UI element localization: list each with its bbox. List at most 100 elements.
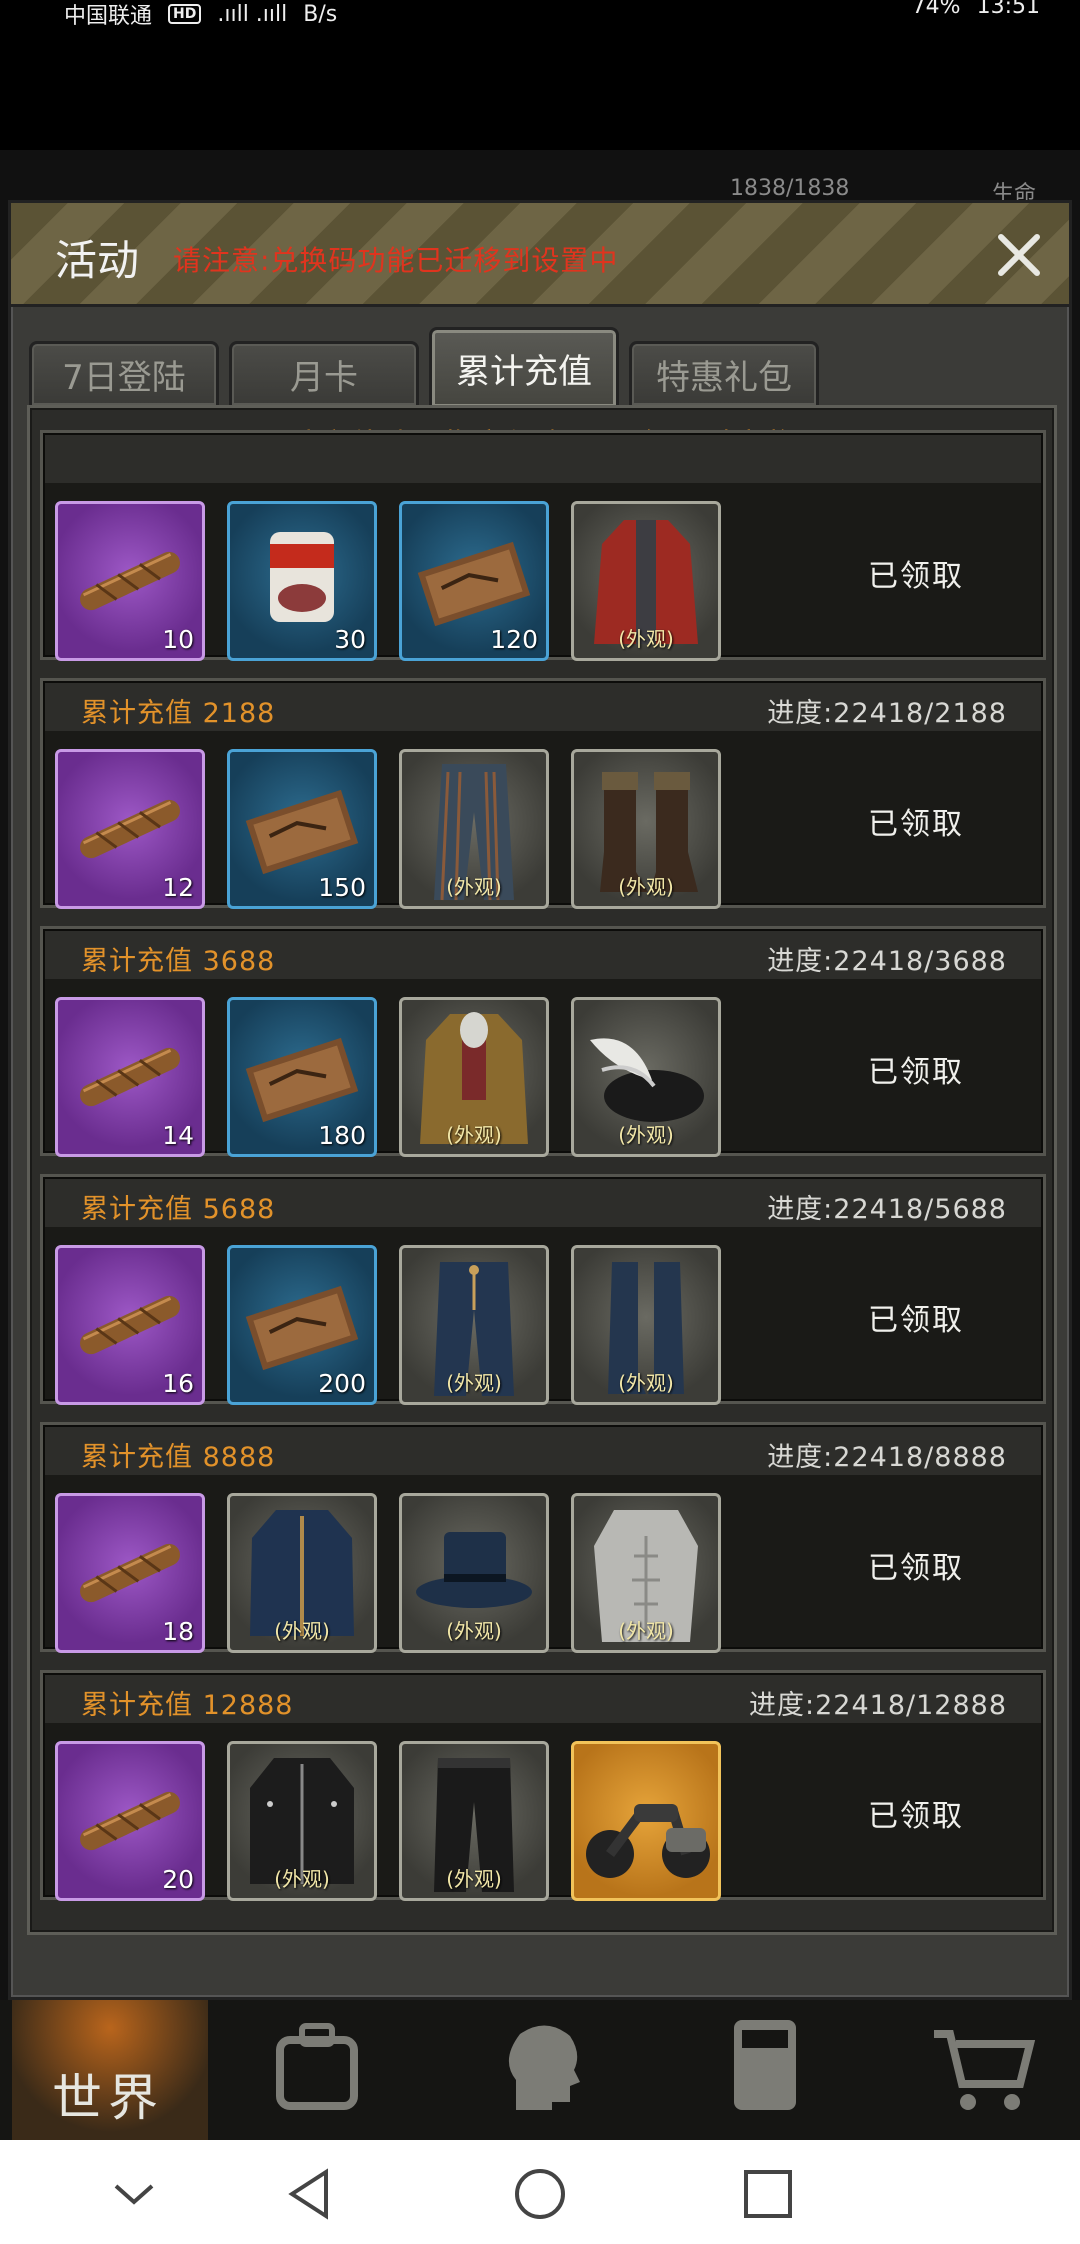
reward-tier-title: 累计充值 5688: [81, 1194, 276, 1225]
back-icon[interactable]: [282, 2166, 338, 2222]
claimed-status[interactable]: 已领取: [868, 1047, 964, 1091]
android-nav-bar: [0, 2140, 1080, 2244]
reward-row: 累计充值 5688 进度:22418/5688 16 200 (外观) (外观) 已领取: [40, 1174, 1046, 1405]
close-button[interactable]: [989, 225, 1049, 285]
reward-items: 18 (外观) (外观) (外观): [55, 1493, 721, 1653]
network-speed: B/s: [303, 1, 338, 27]
recents-icon[interactable]: [740, 2166, 796, 2222]
reward-row: 累计充值 8888 进度:22418/8888 18 (外观) (外观) (外观) 已领取: [40, 1422, 1046, 1653]
close-icon: [998, 234, 1040, 276]
clock: 13:51: [976, 0, 1040, 19]
signal-icon: .ııll .ııll: [217, 1, 288, 27]
reward-row-header: 累计充值 2188 进度:22418/2188: [45, 683, 1041, 731]
world-label: 世界: [52, 2069, 164, 2127]
reward-progress: 进度:22418/5688: [767, 1194, 1007, 1225]
reward-item-cigar[interactable]: 18: [55, 1493, 205, 1653]
tab-special-packs[interactable]: 特惠礼包: [629, 341, 819, 405]
item-appearance-tag: (外观): [446, 1123, 502, 1147]
tab-month-card[interactable]: 月卡: [229, 341, 419, 405]
reward-row-header: 累计充值 8888 进度:22418/8888: [45, 1427, 1041, 1475]
reward-row-header: 累计充值 12888 进度:22418/12888: [45, 1675, 1041, 1723]
reward-item-blue-pants[interactable]: (外观): [399, 1245, 549, 1405]
reward-item-tattoo-body[interactable]: (外观): [571, 1493, 721, 1653]
item-appearance-tag: (外观): [446, 1619, 502, 1643]
reward-item-tall-boots[interactable]: (外观): [571, 1245, 721, 1405]
item-count: 180: [318, 1121, 366, 1150]
tab-bar: 7日登陆 月卡 累计充值 特惠礼包: [29, 327, 819, 407]
reward-item-canned-meat[interactable]: 30: [227, 501, 377, 661]
item-appearance-tag: (外观): [618, 627, 674, 651]
backpack-icon[interactable]: [262, 2010, 372, 2120]
head-icon[interactable]: [486, 2010, 596, 2120]
reward-item-leather-pants[interactable]: (外观): [399, 1741, 549, 1901]
reward-item-feather-hat[interactable]: (外观): [571, 997, 721, 1157]
status-bar: 中国联通 HD .ııll .ııll B/s 74% 13:51: [0, 0, 1080, 40]
reward-items: 16 200 (外观) (外观): [55, 1245, 721, 1405]
hp-readout: 1838/1838: [730, 176, 850, 201]
claimed-status[interactable]: 已领取: [868, 799, 964, 843]
reward-items: 20 (外观) (外观): [55, 1741, 721, 1901]
item-appearance-tag: (外观): [618, 875, 674, 899]
recharge-panel[interactable]: 累计充值达到指定额度,即可领取对应奖励 1030120(外观)已领取累计充值 2…: [27, 405, 1057, 1935]
claimed-status[interactable]: 已领取: [868, 1295, 964, 1339]
hd-badge: HD: [168, 4, 202, 24]
reward-row: 累计充值 3688 进度:22418/3688 14 180 (外观) (外观) 已领取: [40, 926, 1046, 1157]
reward-item-materials-box[interactable]: 120: [399, 501, 549, 661]
reward-item-materials-box[interactable]: 150: [227, 749, 377, 909]
reward-row: 10 30 120 (外观) 已领取: [40, 430, 1046, 661]
item-count: 30: [334, 625, 366, 654]
reward-progress: 进度:22418/2188: [767, 698, 1007, 729]
reward-item-striped-pants[interactable]: (外观): [399, 749, 549, 909]
world-button[interactable]: 世界: [12, 2000, 208, 2140]
reward-item-cigar[interactable]: 20: [55, 1741, 205, 1901]
reward-progress: 进度:22418/12888: [749, 1690, 1007, 1721]
reward-items: 14 180 (外观) (外观): [55, 997, 721, 1157]
reward-item-leather-jacket[interactable]: (外观): [227, 1741, 377, 1901]
reward-row-header: 累计充值 5688 进度:22418/5688: [45, 1179, 1041, 1227]
claimed-status[interactable]: 已领取: [868, 1543, 964, 1587]
reward-item-cigar[interactable]: 10: [55, 501, 205, 661]
reward-row: 累计充值 12888 进度:22418/12888 20 (外观) (外观) 已领取: [40, 1670, 1046, 1901]
item-count: 10: [162, 625, 194, 654]
collapse-icon[interactable]: [106, 2166, 162, 2222]
dialog-title: 活动: [55, 236, 140, 285]
dialog-notice: 请注意:兑换码功能已迁移到设置中: [173, 244, 619, 277]
reward-row-header: [45, 435, 1041, 483]
item-count: 200: [318, 1369, 366, 1398]
reward-item-trench-coat[interactable]: (外观): [399, 997, 549, 1157]
reward-item-materials-box[interactable]: 200: [227, 1245, 377, 1405]
reward-tier-title: 累计充值 3688: [81, 946, 276, 977]
cart-icon[interactable]: [926, 2010, 1036, 2120]
reward-item-cigar[interactable]: 14: [55, 997, 205, 1157]
item-appearance-tag: (外观): [618, 1371, 674, 1395]
reward-item-cigar[interactable]: 12: [55, 749, 205, 909]
home-icon[interactable]: [512, 2166, 568, 2222]
reward-item-top-hat[interactable]: (外观): [399, 1493, 549, 1653]
claimed-status[interactable]: 已领取: [868, 551, 964, 595]
tab-cumulative-recharge[interactable]: 累计充值: [429, 327, 619, 407]
reward-row-header: 累计充值 3688 进度:22418/3688: [45, 931, 1041, 979]
item-count: 12: [162, 873, 194, 902]
item-count: 20: [162, 1865, 194, 1894]
reward-tier-title: 累计充值 12888: [81, 1690, 294, 1721]
calculator-icon[interactable]: [710, 2010, 820, 2120]
reward-progress: 进度:22418/3688: [767, 946, 1007, 977]
reward-item-cigar[interactable]: 16: [55, 1245, 205, 1405]
reward-item-blue-jacket[interactable]: (外观): [227, 1493, 377, 1653]
game-nav: 世界: [0, 2000, 1080, 2140]
reward-item-red-coat[interactable]: (外观): [571, 501, 721, 661]
item-count: 150: [318, 873, 366, 902]
dialog-header: 活动 请注意:兑换码功能已迁移到设置中: [11, 203, 1069, 307]
reward-item-motorcycle[interactable]: [571, 1741, 721, 1901]
reward-tier-title: 累计充值 8888: [81, 1442, 276, 1473]
battery-percent: 74%: [911, 0, 961, 19]
item-appearance-tag: (外观): [274, 1619, 330, 1643]
carrier-label: 中国联通: [64, 4, 153, 29]
claimed-status[interactable]: 已领取: [868, 1791, 964, 1835]
reward-items: 10 30 120 (外观): [55, 501, 721, 661]
reward-item-materials-box[interactable]: 180: [227, 997, 377, 1157]
item-count: 14: [162, 1121, 194, 1150]
reward-item-boots[interactable]: (外观): [571, 749, 721, 909]
item-appearance-tag: (外观): [618, 1619, 674, 1643]
tab-7day-login[interactable]: 7日登陆: [29, 341, 219, 405]
